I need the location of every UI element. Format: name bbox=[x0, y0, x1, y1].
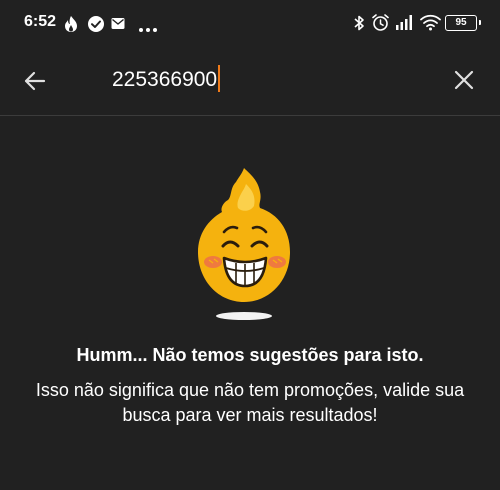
search-bar: 225366900 bbox=[0, 46, 500, 116]
battery-indicator: 95 bbox=[445, 15, 481, 31]
alarm-icon bbox=[371, 13, 390, 37]
battery-level: 95 bbox=[455, 17, 467, 28]
search-input[interactable]: 225366900 bbox=[112, 64, 221, 96]
wifi-icon bbox=[420, 14, 441, 36]
check-circle-icon bbox=[87, 15, 105, 38]
empty-state-illustration bbox=[180, 162, 310, 324]
status-bar: 6:52 95 bbox=[0, 0, 500, 46]
mail-icon bbox=[111, 17, 125, 35]
empty-state-title: Humm... Não temos sugestões para isto. bbox=[76, 345, 424, 365]
more-dots-icon bbox=[138, 20, 158, 38]
flame-notification-icon bbox=[62, 15, 80, 38]
back-button[interactable] bbox=[22, 68, 48, 94]
close-icon bbox=[454, 70, 474, 90]
empty-state-message: Isso não significa que não tem promoções… bbox=[35, 380, 465, 425]
clear-search-button[interactable] bbox=[453, 69, 475, 91]
search-query: 225366900 bbox=[112, 68, 218, 91]
status-time: 6:52 bbox=[24, 13, 57, 30]
smiling-flame-mascot bbox=[198, 168, 290, 320]
arrow-left-icon bbox=[24, 71, 46, 91]
text-caret bbox=[218, 64, 221, 92]
signal-icon bbox=[395, 14, 414, 36]
bluetooth-icon bbox=[353, 14, 365, 37]
